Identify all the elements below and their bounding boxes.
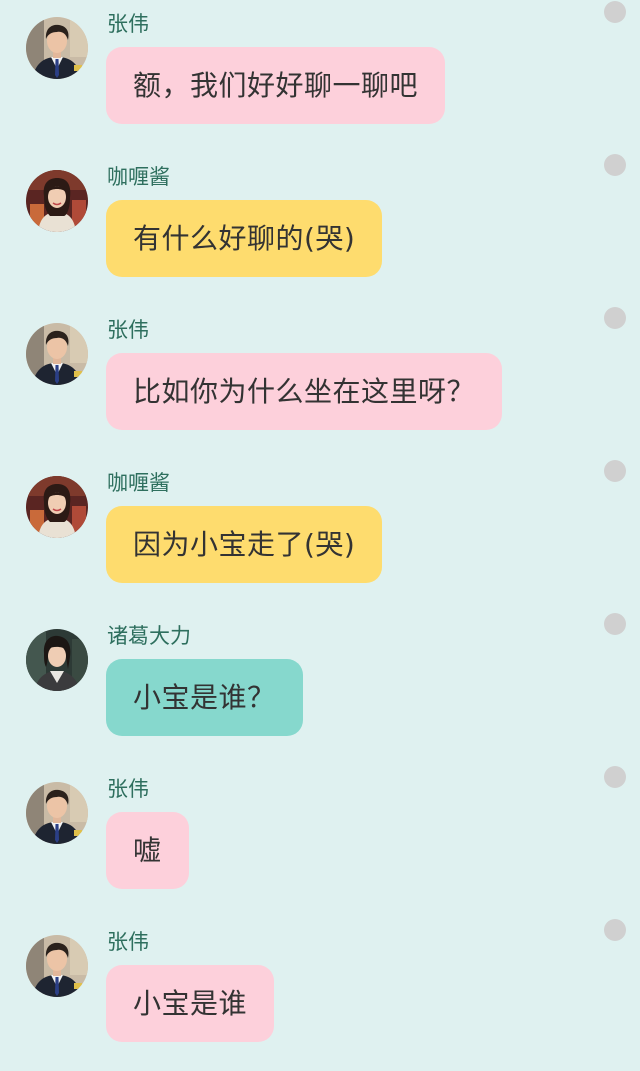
sender-name: 咖喱酱 — [107, 471, 170, 495]
zhangwei-avatar[interactable] — [26, 323, 88, 385]
chat-message: 张伟 嘘 — [0, 765, 640, 918]
message-bubble[interactable]: 小宝是谁 — [106, 965, 275, 1042]
chat-message: 咖喱酱 有什么好聊的(哭) — [0, 153, 640, 306]
zhangwei-avatar[interactable] — [26, 17, 88, 79]
chat-message: 咖喱酱 因为小宝走了(哭) — [0, 459, 640, 612]
sender-name: 咖喱酱 — [107, 165, 170, 189]
message-bubble[interactable]: 嘘 — [106, 812, 189, 889]
status-dot-icon — [604, 766, 626, 788]
message-bubble[interactable]: 额，我们好好聊一聊吧 — [106, 47, 446, 124]
chat-message: 张伟 小宝是谁 — [0, 918, 640, 1071]
sender-name: 张伟 — [107, 12, 149, 36]
zhugedali-avatar[interactable] — [26, 629, 88, 691]
message-bubble[interactable]: 比如你为什么坐在这里呀？ — [106, 353, 503, 430]
sender-name: 张伟 — [107, 318, 149, 342]
message-bubble[interactable]: 有什么好聊的(哭) — [106, 200, 383, 277]
message-bubble[interactable]: 因为小宝走了(哭) — [106, 506, 383, 583]
status-dot-icon — [604, 307, 626, 329]
galijiang-avatar[interactable] — [26, 170, 88, 232]
message-bubble[interactable]: 小宝是谁？ — [106, 659, 303, 736]
sender-name: 张伟 — [107, 930, 149, 954]
chat-message: 张伟 额，我们好好聊一聊吧 — [0, 0, 640, 153]
status-dot-icon — [604, 919, 626, 941]
zhangwei-avatar[interactable] — [26, 935, 88, 997]
chat-message: 诸葛大力 小宝是谁？ — [0, 612, 640, 765]
status-dot-icon — [604, 460, 626, 482]
sender-name: 张伟 — [107, 777, 149, 801]
status-dot-icon — [604, 1, 626, 23]
sender-name: 诸葛大力 — [107, 624, 191, 648]
galijiang-avatar[interactable] — [26, 476, 88, 538]
status-dot-icon — [604, 613, 626, 635]
chat-message-list: 张伟 额，我们好好聊一聊吧 咖喱酱 有什么好聊的(哭) 张伟 比如你为什么坐在这… — [0, 0, 640, 1049]
chat-message: 张伟 比如你为什么坐在这里呀？ — [0, 306, 640, 459]
zhangwei-avatar[interactable] — [26, 782, 88, 844]
status-dot-icon — [604, 154, 626, 176]
